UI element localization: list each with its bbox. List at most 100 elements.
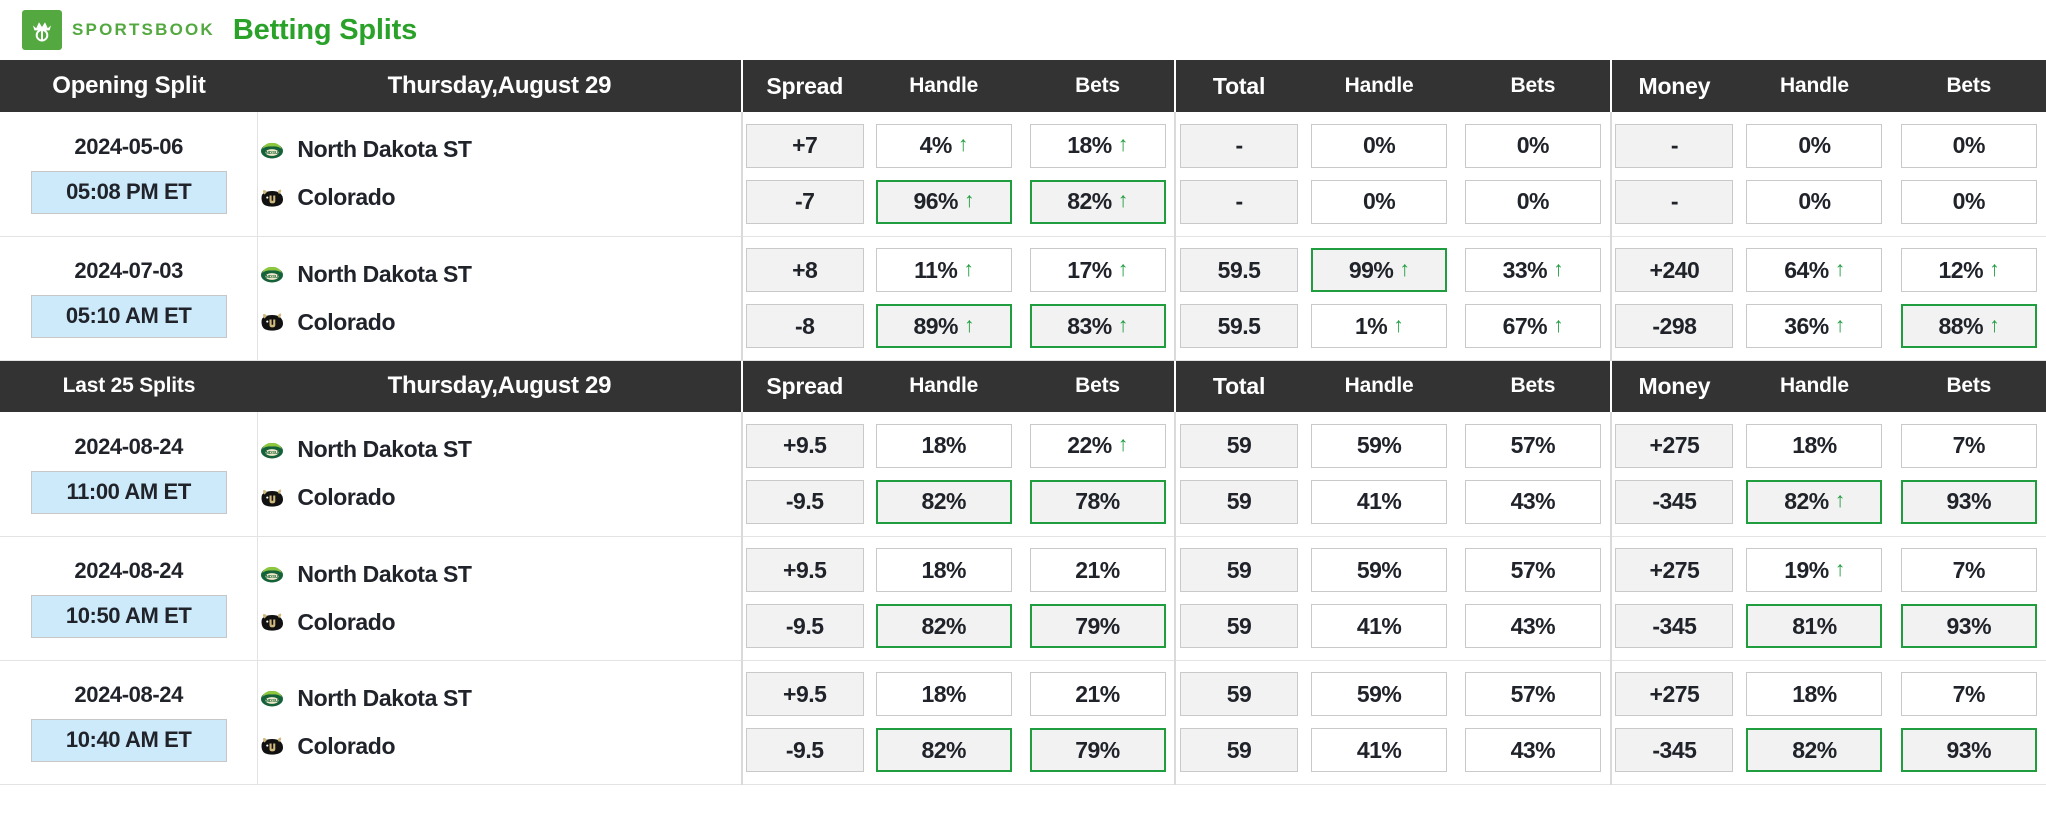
- team-row-away[interactable]: NDSU North Dakota ST: [258, 126, 741, 174]
- stat-pill[interactable]: 43%: [1464, 479, 1601, 524]
- stat-pill[interactable]: 83% ↑: [1029, 304, 1166, 348]
- stat-pill[interactable]: 43%: [1464, 728, 1601, 772]
- stat-pill[interactable]: 41%: [1311, 728, 1448, 772]
- stat-pill[interactable]: -8: [745, 304, 864, 348]
- stat-pill[interactable]: 0%: [1311, 123, 1448, 168]
- stat-pill[interactable]: 81%: [1746, 604, 1883, 648]
- stat-pill[interactable]: 78%: [1029, 479, 1166, 524]
- stat-pill[interactable]: -9.5: [745, 479, 864, 524]
- stat-pill[interactable]: 43%: [1464, 604, 1601, 648]
- stat-pill[interactable]: 82%: [1746, 728, 1883, 772]
- stat-pill[interactable]: +9.5: [745, 423, 864, 468]
- team-row-home[interactable]: Colorado: [258, 598, 741, 646]
- stat-pill[interactable]: 41%: [1311, 479, 1448, 524]
- stat-pill[interactable]: 1% ↑: [1311, 304, 1448, 348]
- stat-pill[interactable]: 0%: [1900, 179, 2037, 224]
- stat-pill[interactable]: 0%: [1746, 123, 1883, 168]
- stat-pill[interactable]: +9.5: [745, 548, 864, 592]
- stat-pill[interactable]: 4% ↑: [875, 123, 1012, 168]
- stat-pill[interactable]: -: [1180, 179, 1299, 224]
- stat-pill[interactable]: 64% ↑: [1746, 248, 1883, 292]
- stat-pill[interactable]: 59%: [1311, 548, 1448, 592]
- stat-pill[interactable]: -: [1615, 179, 1734, 224]
- stat-pill[interactable]: -7: [745, 179, 864, 224]
- team-row-away[interactable]: NDSU North Dakota ST: [258, 426, 741, 474]
- sportsbook-logo[interactable]: SPORTSBOOK: [22, 10, 215, 50]
- team-row-home[interactable]: Colorado: [258, 722, 741, 770]
- stat-pill[interactable]: 93%: [1900, 728, 2037, 772]
- stat-pill[interactable]: 59.5: [1180, 304, 1299, 348]
- stat-pill[interactable]: 82% ↑: [1029, 179, 1166, 224]
- stat-pill[interactable]: +9.5: [745, 672, 864, 716]
- stat-pill[interactable]: 0%: [1746, 179, 1883, 224]
- stat-pill[interactable]: -345: [1615, 728, 1734, 772]
- stat-pill[interactable]: 22% ↑: [1029, 423, 1166, 468]
- stat-pill[interactable]: +8: [745, 248, 864, 292]
- stat-pill[interactable]: -: [1615, 123, 1734, 168]
- stat-pill[interactable]: 82% ↑: [1746, 479, 1883, 524]
- stat-pill[interactable]: 59.5: [1180, 248, 1299, 292]
- table-row[interactable]: 2024-05-06 05:08 PM ET NDSU North Dakota…: [0, 112, 2046, 237]
- stat-pill[interactable]: 59: [1180, 479, 1299, 524]
- stat-pill[interactable]: 18%: [875, 672, 1012, 716]
- stat-pill[interactable]: 21%: [1029, 548, 1166, 592]
- stat-pill[interactable]: 59: [1180, 423, 1299, 468]
- stat-pill[interactable]: 93%: [1900, 604, 2037, 648]
- stat-pill[interactable]: 82%: [875, 728, 1012, 772]
- stat-pill[interactable]: +275: [1615, 423, 1734, 468]
- team-row-home[interactable]: Colorado: [258, 174, 741, 222]
- stat-pill[interactable]: 18%: [875, 423, 1012, 468]
- stat-pill[interactable]: 11% ↑: [875, 248, 1012, 292]
- stat-pill[interactable]: -298: [1615, 304, 1734, 348]
- stat-pill[interactable]: -9.5: [745, 728, 864, 772]
- stat-pill[interactable]: 18%: [1746, 672, 1883, 716]
- stat-pill[interactable]: 67% ↑: [1464, 304, 1601, 348]
- stat-pill[interactable]: +275: [1615, 672, 1734, 716]
- stat-pill[interactable]: 79%: [1029, 728, 1166, 772]
- stat-pill[interactable]: 7%: [1900, 548, 2037, 592]
- stat-pill[interactable]: -9.5: [745, 604, 864, 648]
- stat-pill[interactable]: 33% ↑: [1464, 248, 1601, 292]
- stat-pill[interactable]: 82%: [875, 604, 1012, 648]
- stat-pill[interactable]: +275: [1615, 548, 1734, 592]
- stat-pill[interactable]: 7%: [1900, 423, 2037, 468]
- stat-pill[interactable]: 0%: [1900, 123, 2037, 168]
- stat-pill[interactable]: -345: [1615, 479, 1734, 524]
- stat-pill[interactable]: 82%: [875, 479, 1012, 524]
- stat-pill[interactable]: 0%: [1464, 123, 1601, 168]
- stat-pill[interactable]: 57%: [1464, 672, 1601, 716]
- team-row-home[interactable]: Colorado: [258, 474, 741, 522]
- stat-pill[interactable]: +7: [745, 123, 864, 168]
- team-row-away[interactable]: NDSU North Dakota ST: [258, 550, 741, 598]
- stat-pill[interactable]: 59: [1180, 548, 1299, 592]
- stat-pill[interactable]: 41%: [1311, 604, 1448, 648]
- stat-pill[interactable]: 57%: [1464, 423, 1601, 468]
- stat-pill[interactable]: 59%: [1311, 672, 1448, 716]
- stat-pill[interactable]: 21%: [1029, 672, 1166, 716]
- stat-pill[interactable]: 0%: [1311, 179, 1448, 224]
- stat-pill[interactable]: 59: [1180, 604, 1299, 648]
- stat-pill[interactable]: 18%: [875, 548, 1012, 592]
- table-row[interactable]: 2024-08-24 10:40 AM ET NDSU North Dakota…: [0, 660, 2046, 785]
- stat-pill[interactable]: 89% ↑: [875, 304, 1012, 348]
- table-row[interactable]: 2024-08-24 10:50 AM ET NDSU North Dakota…: [0, 536, 2046, 661]
- stat-pill[interactable]: 88% ↑: [1900, 304, 2037, 348]
- stat-pill[interactable]: +240: [1615, 248, 1734, 292]
- stat-pill[interactable]: 19% ↑: [1746, 548, 1883, 592]
- stat-pill[interactable]: 57%: [1464, 548, 1601, 592]
- table-row[interactable]: 2024-08-24 11:00 AM ET NDSU North Dakota…: [0, 412, 2046, 537]
- stat-pill[interactable]: 96% ↑: [875, 179, 1012, 224]
- stat-pill[interactable]: -: [1180, 123, 1299, 168]
- stat-pill[interactable]: 99% ↑: [1311, 248, 1448, 292]
- stat-pill[interactable]: -345: [1615, 604, 1734, 648]
- stat-pill[interactable]: 0%: [1464, 179, 1601, 224]
- team-row-away[interactable]: NDSU North Dakota ST: [258, 250, 741, 298]
- stat-pill[interactable]: 59%: [1311, 423, 1448, 468]
- stat-pill[interactable]: 93%: [1900, 479, 2037, 524]
- stat-pill[interactable]: 59: [1180, 672, 1299, 716]
- stat-pill[interactable]: 7%: [1900, 672, 2037, 716]
- stat-pill[interactable]: 59: [1180, 728, 1299, 772]
- stat-pill[interactable]: 36% ↑: [1746, 304, 1883, 348]
- team-row-home[interactable]: Colorado: [258, 298, 741, 346]
- stat-pill[interactable]: 12% ↑: [1900, 248, 2037, 292]
